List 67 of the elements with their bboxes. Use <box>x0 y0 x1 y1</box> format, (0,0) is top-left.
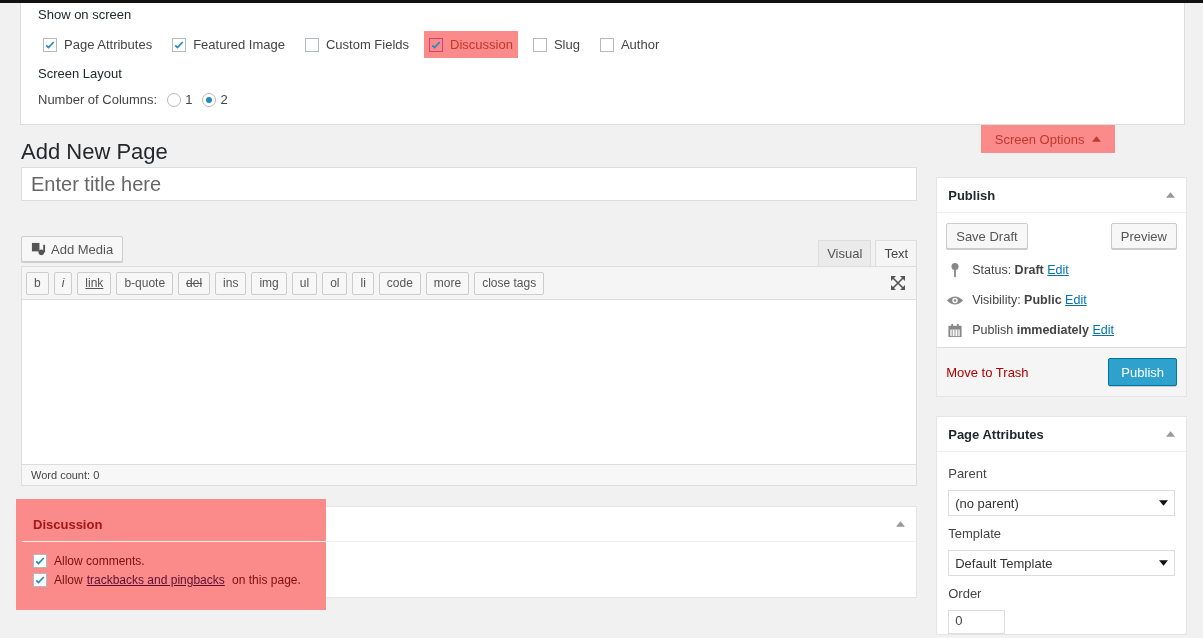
format-button[interactable]: del <box>178 271 211 295</box>
checkbox[interactable] <box>33 554 47 568</box>
column-option[interactable]: 1 <box>167 92 193 107</box>
option-label: Allow comments. <box>54 554 145 568</box>
template-dropdown[interactable]: Default Template <box>948 550 1175 576</box>
title-field[interactable]: Enter title here <box>21 167 918 201</box>
edit-link[interactable]: Edit <box>1047 263 1069 277</box>
column-option[interactable]: 2 <box>202 92 228 107</box>
word-count: Word count: 0 <box>31 469 100 481</box>
format-button[interactable]: more <box>425 271 470 295</box>
option-label: Allow trackbacks and pingbacks on this page. <box>54 573 301 587</box>
format-button[interactable]: ul <box>291 271 318 295</box>
checkbox[interactable] <box>429 37 444 52</box>
checkbox[interactable] <box>43 37 57 52</box>
collapse-arrow-icon[interactable] <box>1166 431 1175 437</box>
format-button[interactable]: link <box>77 271 112 295</box>
format-button[interactable]: i <box>53 271 73 295</box>
format-button[interactable]: img <box>251 271 287 295</box>
checkbox[interactable] <box>599 37 614 52</box>
screen-option[interactable]: Slug <box>527 31 585 58</box>
link[interactable]: trackbacks and pingbacks <box>86 573 225 587</box>
order-field[interactable]: 0 <box>948 610 1006 634</box>
panel-title: Publish <box>948 187 996 203</box>
publish-setting: Publish immediately Edit <box>972 323 1114 337</box>
checkbox[interactable] <box>532 37 547 52</box>
edit-link[interactable]: Edit <box>1065 293 1087 307</box>
panel-title: Page Attributes <box>948 426 1044 442</box>
collapse-arrow-icon[interactable] <box>1166 192 1175 198</box>
field-label: Parent <box>948 466 988 481</box>
collapse-arrow-icon[interactable] <box>896 521 906 527</box>
dropdown-caret-icon <box>1159 500 1168 506</box>
columns-label: Number of Columns: <box>38 92 158 107</box>
add-media-button[interactable]: Add Media <box>21 236 124 262</box>
media-icon <box>31 241 46 257</box>
field-label: Order <box>948 586 983 601</box>
parent-dropdown[interactable]: (no parent) <box>948 490 1175 516</box>
screen-option[interactable]: Custom Fields <box>299 31 415 58</box>
screen-option[interactable]: Author <box>594 31 665 58</box>
format-button[interactable]: code <box>378 271 421 295</box>
preview-button[interactable]: Preview <box>1110 223 1177 249</box>
section-heading: Show on screen <box>38 7 133 22</box>
checkbox[interactable] <box>33 573 47 587</box>
format-button[interactable]: ol <box>322 271 348 295</box>
panel-title: Discussion <box>33 516 103 532</box>
publish-setting: Visibility: Public Edit <box>972 293 1087 307</box>
format-button[interactable]: b <box>26 271 49 295</box>
format-button[interactable]: ins <box>215 271 247 295</box>
format-button[interactable]: close tags <box>474 271 545 295</box>
screen-option[interactable]: Featured Image <box>167 31 290 58</box>
fullscreen-icon[interactable] <box>890 275 907 291</box>
checkbox[interactable] <box>172 37 187 52</box>
calendar-icon <box>946 322 965 338</box>
format-button[interactable]: b-quote <box>116 271 174 295</box>
section-heading: Screen Layout <box>38 66 123 81</box>
save-draft-button[interactable]: Save Draft <box>946 223 1028 249</box>
edit-link[interactable]: Edit <box>1092 323 1114 337</box>
editor-tab[interactable]: Visual <box>818 240 872 266</box>
eye-icon <box>946 294 965 306</box>
field-label: Template <box>948 526 1002 541</box>
screen-option[interactable]: Page Attributes <box>38 31 158 58</box>
up-arrow-icon <box>1092 135 1101 142</box>
publish-setting: Status: Draft Edit <box>972 263 1069 277</box>
editor-tab[interactable]: Text <box>875 240 918 266</box>
dropdown-caret-icon <box>1159 560 1168 566</box>
checkbox[interactable] <box>304 37 319 52</box>
format-button[interactable]: li <box>352 271 374 295</box>
move-to-trash-link[interactable]: Move to Trash <box>946 364 1029 380</box>
